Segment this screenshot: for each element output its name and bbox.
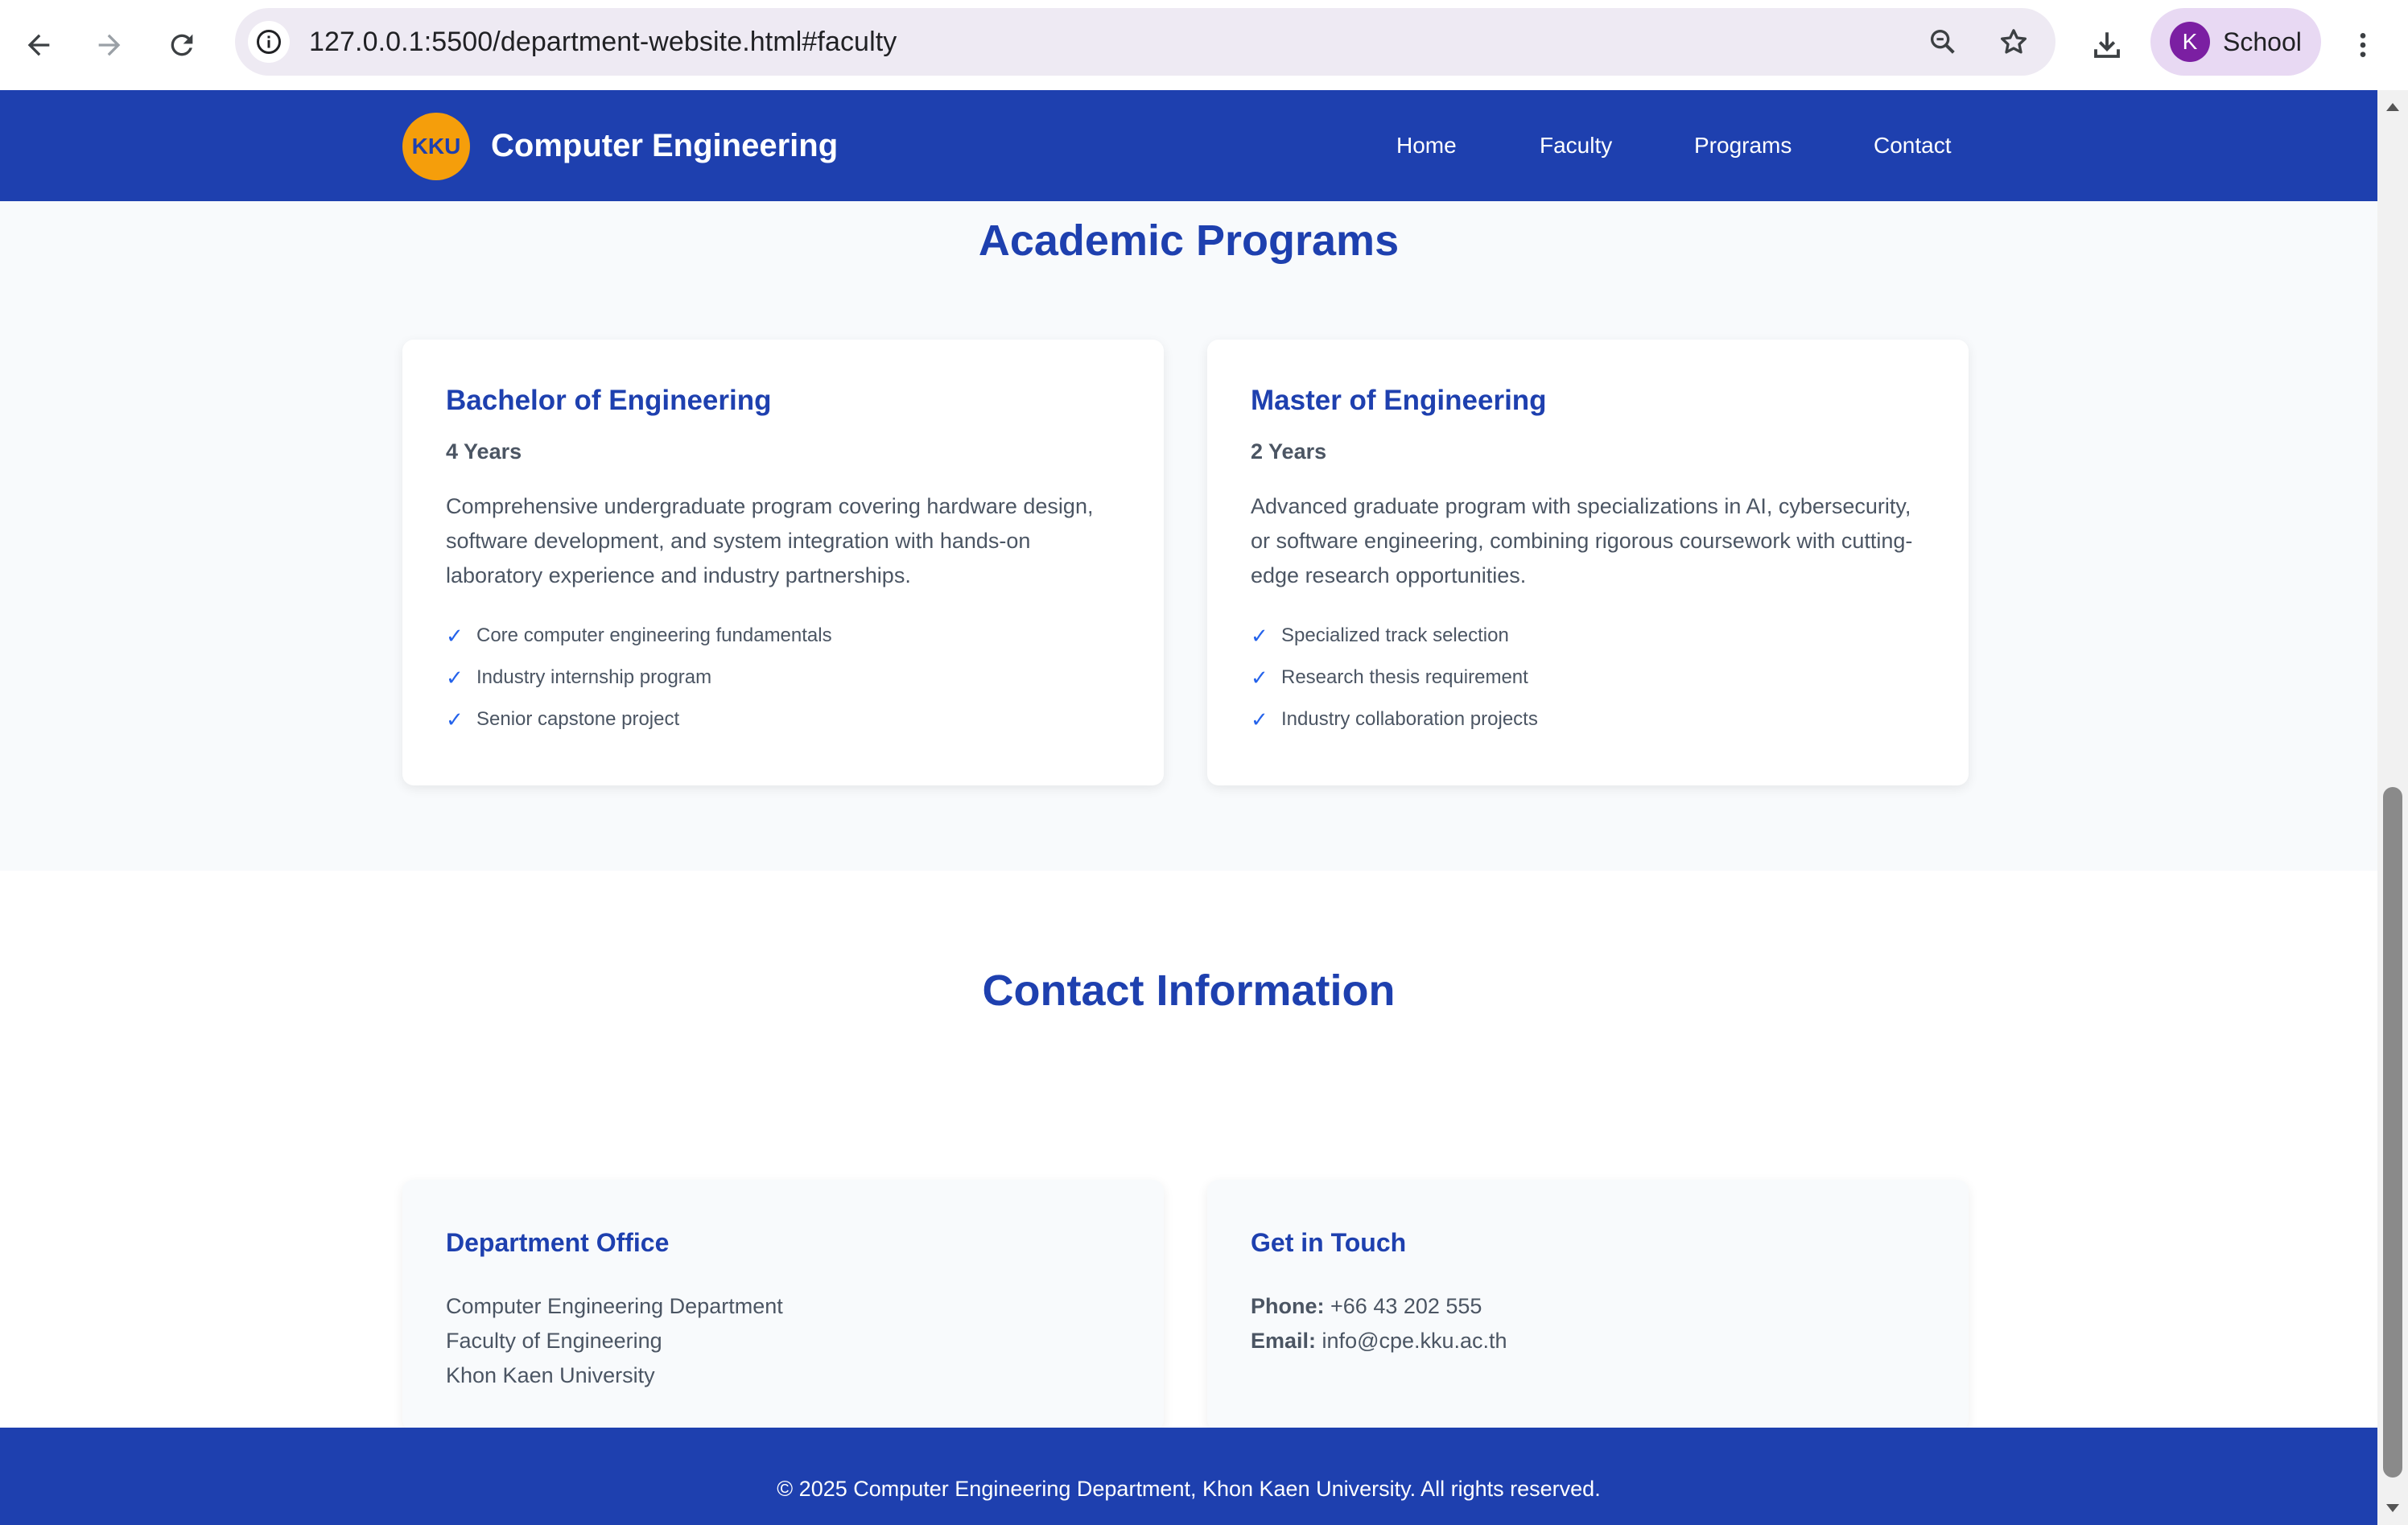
- feature-text: Core computer engineering fundamentals: [476, 624, 832, 646]
- address-line: Computer Engineering Department: [446, 1294, 783, 1318]
- copyright-text: © 2025 Computer Engineering Department, …: [777, 1477, 1601, 1501]
- feature-text: Industry internship program: [476, 666, 712, 688]
- check-icon: ✓: [1251, 666, 1268, 690]
- scroll-up-arrow-icon[interactable]: [2377, 95, 2408, 119]
- email-line: Email: info@cpe.kku.ac.th: [1251, 1324, 1507, 1358]
- nav-faculty[interactable]: Faculty: [1540, 90, 1612, 201]
- contact-section: Contact Information Department Office Co…: [0, 871, 2377, 1431]
- office-address: Computer Engineering Department Faculty …: [446, 1289, 783, 1393]
- profile-name: School: [2223, 27, 2302, 56]
- bookmark-button[interactable]: [1991, 19, 2036, 64]
- program-features: ✓ Specialized track selection ✓ Research t…: [1251, 615, 1538, 740]
- url-text[interactable]: 127.0.0.1:5500/department-website.html#f…: [309, 8, 897, 76]
- program-description: Comprehensive undergraduate program cove…: [446, 494, 1094, 587]
- phone-label: Phone:: [1251, 1294, 1325, 1318]
- list-item: ✓ Specialized track selection: [1251, 615, 1538, 657]
- scrollbar-thumb[interactable]: [2383, 787, 2402, 1478]
- list-item: ✓ Senior capstone project: [446, 699, 832, 740]
- programs-section: Academic Programs Bachelor of Engineerin…: [0, 201, 2377, 871]
- reload-icon: [171, 34, 193, 56]
- downloads-button[interactable]: [2080, 18, 2134, 72]
- reload-button[interactable]: [155, 18, 209, 72]
- back-button[interactable]: [11, 18, 66, 72]
- nav-programs[interactable]: Programs: [1694, 90, 1792, 201]
- program-card-master: Master of Engineering 2 Years Advanced g…: [1207, 340, 1969, 785]
- program-features: ✓ Core computer engineering fundamentals …: [446, 615, 832, 740]
- browser-toolbar: 127.0.0.1:5500/department-website.html#f…: [0, 0, 2408, 90]
- program-card-bachelor: Bachelor of Engineering 4 Years Comprehe…: [402, 340, 1164, 785]
- back-arrow-icon: [27, 34, 50, 56]
- site-info-button[interactable]: [248, 21, 290, 63]
- forward-arrow-icon: [98, 34, 121, 56]
- programs-title: Academic Programs: [978, 216, 1400, 265]
- contact-title: Contact Information: [982, 967, 1396, 1015]
- address-bar[interactable]: 127.0.0.1:5500/department-website.html#f…: [235, 8, 2055, 76]
- feature-text: Research thesis requirement: [1281, 666, 1528, 688]
- program-title: Master of Engineering: [1251, 385, 1547, 416]
- email-value[interactable]: info@cpe.kku.ac.th: [1322, 1329, 1507, 1353]
- nav-contact[interactable]: Contact: [1874, 90, 1952, 201]
- avatar: K: [2170, 22, 2210, 62]
- bookmark-star-icon: [2001, 29, 2027, 54]
- email-label: Email:: [1251, 1329, 1317, 1353]
- site-title[interactable]: Computer Engineering: [491, 90, 838, 201]
- profile-button[interactable]: K School: [2150, 8, 2321, 76]
- phone-line: Phone: +66 43 202 555: [1251, 1289, 1507, 1324]
- site-footer: © 2025 Computer Engineering Department, …: [0, 1428, 2377, 1525]
- feature-text: Industry collaboration projects: [1281, 708, 1538, 730]
- check-icon: ✓: [446, 666, 464, 690]
- list-item: ✓ Industry collaboration projects: [1251, 699, 1538, 740]
- site-header: KKU Computer Engineering Home Faculty Pr…: [0, 90, 2377, 201]
- get-in-touch-card: Get in Touch Phone: +66 43 202 555 Email…: [1207, 1180, 1969, 1431]
- zoom-button[interactable]: [1920, 19, 1965, 64]
- site-logo[interactable]: KKU: [402, 113, 470, 180]
- menu-kebab-icon: [2360, 33, 2366, 57]
- department-office-card: Department Office Computer Engineering D…: [402, 1180, 1164, 1431]
- scroll-down-arrow-icon[interactable]: [2377, 1496, 2408, 1520]
- feature-text: Senior capstone project: [476, 708, 680, 730]
- vertical-scrollbar[interactable]: [2377, 90, 2408, 1525]
- address-line: Khon Kaen University: [446, 1363, 655, 1387]
- feature-text: Specialized track selection: [1281, 624, 1509, 646]
- program-duration: 2 Years: [1251, 439, 1327, 464]
- check-icon: ✓: [1251, 624, 1268, 648]
- forward-button[interactable]: [82, 18, 137, 72]
- check-icon: ✓: [1251, 707, 1268, 732]
- site-info-icon: [257, 30, 281, 54]
- zoom-icon: [1931, 30, 1955, 54]
- nav-home[interactable]: Home: [1396, 90, 1457, 201]
- list-item: ✓ Research thesis requirement: [1251, 657, 1538, 699]
- touch-title: Get in Touch: [1251, 1228, 1407, 1257]
- browser-menu-button[interactable]: [2336, 18, 2390, 72]
- program-description: Advanced graduate program with specializ…: [1251, 494, 1913, 587]
- address-line: Faculty of Engineering: [446, 1329, 662, 1353]
- office-title: Department Office: [446, 1228, 670, 1257]
- check-icon: ✓: [446, 707, 464, 732]
- list-item: ✓ Industry internship program: [446, 657, 832, 699]
- list-item: ✓ Core computer engineering fundamentals: [446, 615, 832, 657]
- phone-value[interactable]: +66 43 202 555: [1330, 1294, 1482, 1318]
- program-duration: 4 Years: [446, 439, 522, 464]
- page-viewport: KKU Computer Engineering Home Faculty Pr…: [0, 90, 2377, 1525]
- contact-details: Phone: +66 43 202 555 Email: info@cpe.kk…: [1251, 1289, 1507, 1358]
- download-icon: [2094, 32, 2120, 58]
- check-icon: ✓: [446, 624, 464, 648]
- program-title: Bachelor of Engineering: [446, 385, 772, 416]
